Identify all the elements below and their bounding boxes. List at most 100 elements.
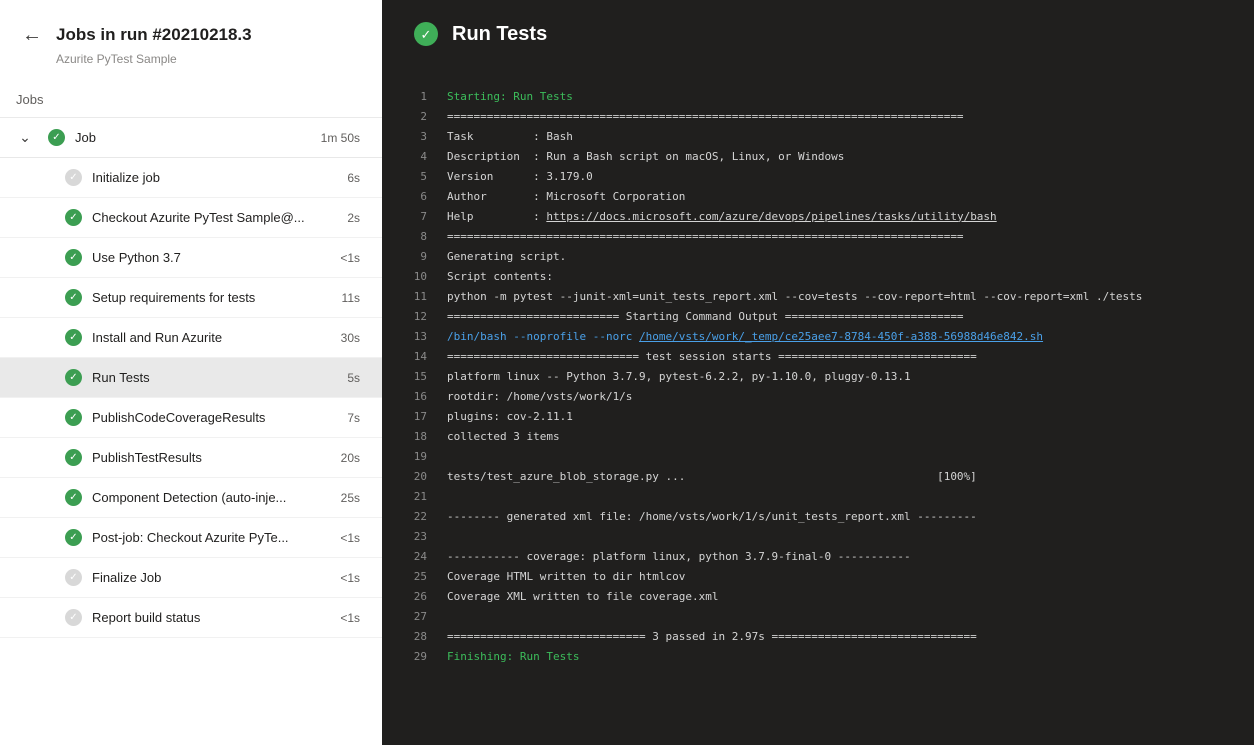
log-text-segment: platform linux -- Python 3.7.9, pytest-6…: [447, 370, 911, 383]
line-number[interactable]: 25: [402, 570, 427, 583]
step-duration: <1s: [340, 571, 382, 585]
job-step-row[interactable]: ✓Run Tests5s: [0, 358, 382, 398]
log-line: 12 ========================== Starting Co…: [382, 306, 1254, 326]
job-step-row[interactable]: ✓Initialize job6s: [0, 158, 382, 198]
line-number[interactable]: 9: [402, 250, 427, 263]
log-line: 21: [382, 486, 1254, 506]
line-number[interactable]: 14: [402, 350, 427, 363]
job-step-row[interactable]: ✓PublishCodeCoverageResults7s: [0, 398, 382, 438]
success-icon: ✓: [65, 289, 82, 306]
log-line: 17 plugins: cov-2.11.1: [382, 406, 1254, 426]
step-duration: 6s: [347, 171, 382, 185]
line-number[interactable]: 4: [402, 150, 427, 163]
line-number[interactable]: 27: [402, 610, 427, 623]
log-line-text: Coverage HTML written to dir htmlcov: [447, 570, 685, 583]
log-text-segment: Coverage HTML written to dir htmlcov: [447, 570, 685, 583]
line-number[interactable]: 12: [402, 310, 427, 323]
line-number[interactable]: 13: [402, 330, 427, 343]
line-number[interactable]: 7: [402, 210, 427, 223]
log-line-text: tests/test_azure_blob_storage.py ... [10…: [447, 470, 977, 483]
line-number[interactable]: 22: [402, 510, 427, 523]
log-text-segment: rootdir: /home/vsts/work/1/s: [447, 390, 632, 403]
line-number[interactable]: 6: [402, 190, 427, 203]
line-number[interactable]: 28: [402, 630, 427, 643]
log-line: 29 Finishing: Run Tests: [382, 646, 1254, 666]
log-text-segment: ========================== Starting Comm…: [447, 310, 964, 323]
line-number[interactable]: 8: [402, 230, 427, 243]
log-text-segment: Help :: [447, 210, 546, 223]
line-number[interactable]: 16: [402, 390, 427, 403]
jobs-sidebar: ← Jobs in run #20210218.3 Azurite PyTest…: [0, 0, 382, 745]
log-line: 15 platform linux -- Python 3.7.9, pytest…: [382, 366, 1254, 386]
line-number[interactable]: 18: [402, 430, 427, 443]
step-duration: 5s: [347, 371, 382, 385]
log-text-segment: Finishing: Run Tests: [447, 650, 579, 663]
step-duration: <1s: [340, 531, 382, 545]
line-number[interactable]: 19: [402, 450, 427, 463]
line-number[interactable]: 1: [402, 90, 427, 103]
log-link[interactable]: /home/vsts/work/_temp/ce25aee7-8784-450f…: [639, 330, 1043, 343]
step-label: Run Tests: [92, 370, 347, 385]
line-number[interactable]: 2: [402, 110, 427, 123]
job-step-row[interactable]: ✓Finalize Job<1s: [0, 558, 382, 598]
job-step-row[interactable]: ✓Setup requirements for tests11s: [0, 278, 382, 318]
log-line: 28============================== 3 passe…: [382, 626, 1254, 646]
job-row-root[interactable]: ⌄✓Job1m 50s: [0, 118, 382, 158]
step-duration: 25s: [341, 491, 382, 505]
line-number[interactable]: 21: [402, 490, 427, 503]
log-line: 14 ============================= test ses…: [382, 346, 1254, 366]
line-number[interactable]: 11: [402, 290, 427, 303]
job-step-row[interactable]: ✓Use Python 3.7<1s: [0, 238, 382, 278]
run-titles: Jobs in run #20210218.3 Azurite PyTest S…: [56, 24, 252, 66]
log-line-text: -------- generated xml file: /home/vsts/…: [447, 510, 977, 523]
log-text-segment: ----------- coverage: platform linux, py…: [447, 550, 911, 563]
log-output: 1 Starting: Run Tests 2 ===================…: [382, 86, 1254, 666]
muted-check-icon: ✓: [65, 609, 82, 626]
log-line-text: Finishing: Run Tests: [447, 650, 579, 663]
log-line-text: ============================= test sessi…: [447, 350, 977, 363]
line-number[interactable]: 24: [402, 550, 427, 563]
log-line-text: ========================================…: [447, 230, 964, 243]
log-line-text: Starting: Run Tests: [447, 90, 573, 103]
log-line-text: Help : https://docs.microsoft.com/azure/…: [447, 210, 997, 223]
job-step-row[interactable]: ✓PublishTestResults20s: [0, 438, 382, 478]
line-number[interactable]: 3: [402, 130, 427, 143]
log-line: 13/bin/bash --noprofile --norc /home/vst…: [382, 326, 1254, 346]
line-number[interactable]: 26: [402, 590, 427, 603]
success-status-icon: ✓: [414, 22, 438, 46]
success-icon: ✓: [65, 449, 82, 466]
log-text-segment: Script contents:: [447, 270, 553, 283]
line-number[interactable]: 15: [402, 370, 427, 383]
line-number[interactable]: 29: [402, 650, 427, 663]
log-link[interactable]: https://docs.microsoft.com/azure/devops/…: [546, 210, 996, 223]
sidebar-header: ← Jobs in run #20210218.3 Azurite PyTest…: [0, 0, 382, 66]
log-line-text: ----------- coverage: platform linux, py…: [447, 550, 911, 563]
log-line-text: python -m pytest --junit-xml=unit_tests_…: [447, 290, 1142, 303]
log-line: 16 rootdir: /home/vsts/work/1/s: [382, 386, 1254, 406]
log-line: 18collected 3 items: [382, 426, 1254, 446]
job-step-row[interactable]: ✓Post-job: Checkout Azurite PyTe...<1s: [0, 518, 382, 558]
log-text-segment: /bin/bash --noprofile --norc: [447, 330, 639, 343]
job-step-row[interactable]: ✓Install and Run Azurite30s: [0, 318, 382, 358]
log-line: 25 Coverage HTML written to dir htmlcov: [382, 566, 1254, 586]
line-number[interactable]: 20: [402, 470, 427, 483]
log-line-text: platform linux -- Python 3.7.9, pytest-6…: [447, 370, 911, 383]
log-line-text: Version : 3.179.0: [447, 170, 593, 183]
line-number[interactable]: 10: [402, 270, 427, 283]
back-arrow-icon: ←: [22, 24, 42, 46]
line-number[interactable]: 17: [402, 410, 427, 423]
job-step-row[interactable]: ✓Component Detection (auto-inje...25s: [0, 478, 382, 518]
step-duration: <1s: [340, 611, 382, 625]
back-button[interactable]: ←: [22, 24, 42, 46]
muted-check-icon: ✓: [65, 569, 82, 586]
log-text-segment: Starting: Run Tests: [447, 90, 573, 103]
line-number[interactable]: 23: [402, 530, 427, 543]
success-icon: ✓: [65, 409, 82, 426]
log-line: 19: [382, 446, 1254, 466]
line-number[interactable]: 5: [402, 170, 427, 183]
chevron-down-icon[interactable]: ⌄: [16, 129, 34, 146]
job-step-row[interactable]: ✓Report build status<1s: [0, 598, 382, 638]
log-line-text: plugins: cov-2.11.1: [447, 410, 573, 423]
log-header: ✓ Run Tests: [382, 0, 1254, 46]
job-step-row[interactable]: ✓Checkout Azurite PyTest Sample@...2s: [0, 198, 382, 238]
